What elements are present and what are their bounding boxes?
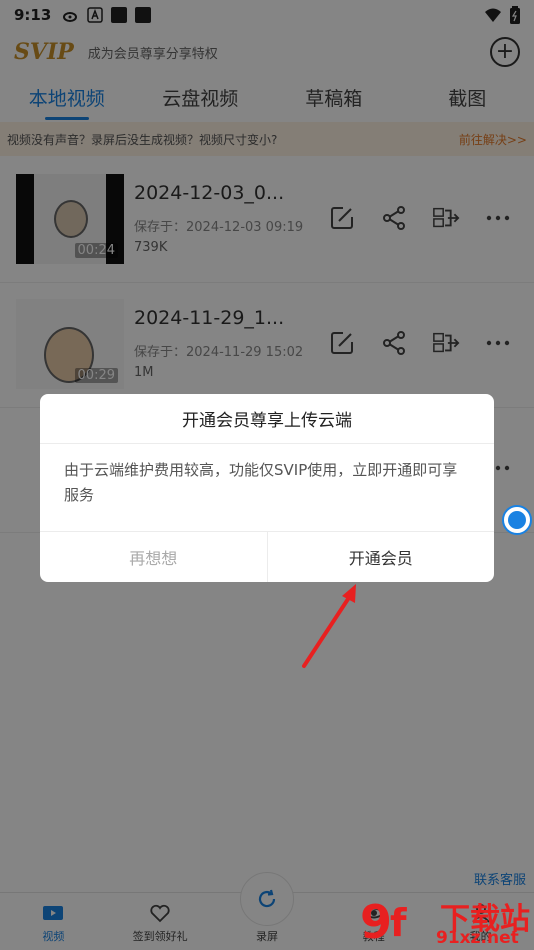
floating-record-ball[interactable] [502, 505, 532, 535]
dialog-message: 由于云端维护费用较高，功能仅SVIP使用，立即开通即可享服务 [64, 461, 458, 504]
dialog-cancel-button[interactable]: 再想想 [40, 532, 268, 582]
dialog-title: 开通会员尊享上传云端 [40, 394, 494, 444]
dialog-open-vip-button[interactable]: 开通会员 [268, 532, 495, 582]
svg-text:9: 9 [360, 895, 392, 948]
svg-text:f: f [390, 901, 407, 945]
vip-upload-dialog: 开通会员尊享上传云端 由于云端维护费用较高，功能仅SVIP使用，立即开通即可享服… [40, 394, 494, 582]
watermark-text-url: 91xz.net [436, 928, 519, 948]
